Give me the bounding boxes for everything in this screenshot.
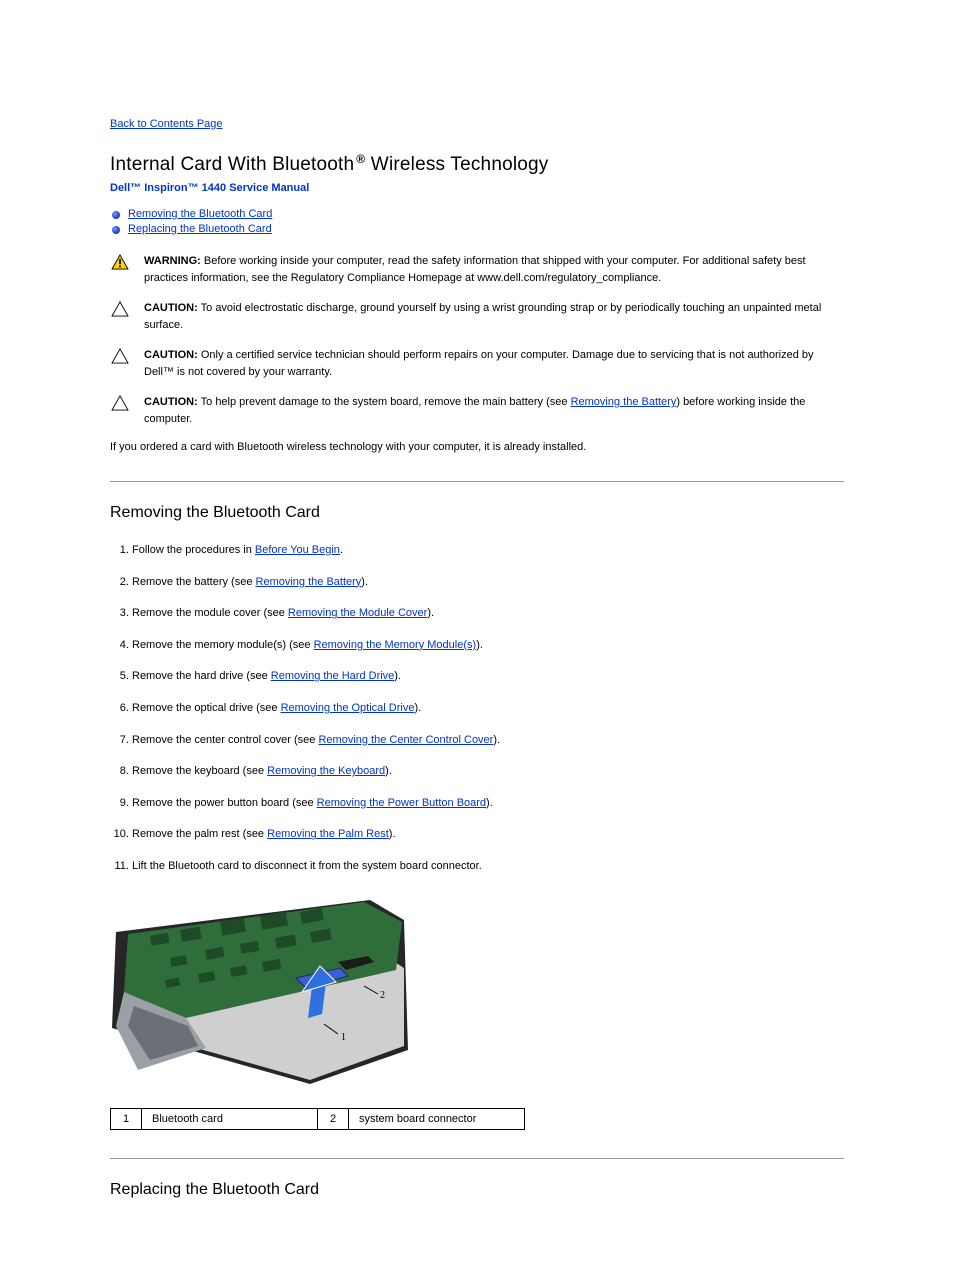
caution-text: CAUTION: To help prevent damage to the s…	[144, 394, 844, 427]
back-to-contents-link[interactable]: Back to Contents Page	[110, 118, 223, 130]
caution-text: CAUTION: To avoid electrostatic discharg…	[144, 300, 844, 333]
section-heading-remove: Removing the Bluetooth Card	[110, 504, 844, 522]
step-item: Remove the center control cover (see Rem…	[132, 732, 844, 750]
section-divider	[110, 481, 844, 482]
step-item: Remove the palm rest (see Removing the P…	[132, 826, 844, 844]
svg-text:1: 1	[341, 1032, 346, 1043]
legend-number: 2	[318, 1108, 349, 1129]
section-divider	[110, 1158, 844, 1159]
title-suffix: Wireless Technology	[365, 154, 548, 175]
step-link[interactable]: Removing the Hard Drive	[271, 670, 395, 682]
caution-block: CAUTION: To help prevent damage to the s…	[110, 394, 844, 427]
toc-item: Removing the Bluetooth Card	[110, 208, 844, 220]
caution-link[interactable]: Removing the Battery	[571, 396, 677, 408]
step-link[interactable]: Before You Begin	[255, 544, 340, 556]
caution-triangle-icon	[110, 300, 130, 317]
step-item: Remove the memory module(s) (see Removin…	[132, 637, 844, 655]
removal-steps: Follow the procedures in Before You Begi…	[110, 542, 844, 876]
warning-block: WARNING: Before working inside your comp…	[110, 253, 844, 286]
caution-block: CAUTION: Only a certified service techni…	[110, 347, 844, 380]
warning-text: WARNING: Before working inside your comp…	[144, 253, 844, 286]
step-link[interactable]: Removing the Battery	[256, 576, 362, 588]
step-item: Remove the hard drive (see Removing the …	[132, 668, 844, 686]
warning-lead: WARNING:	[144, 255, 201, 267]
caution-lead: CAUTION:	[144, 349, 198, 361]
step-item: Remove the optical drive (see Removing t…	[132, 700, 844, 718]
legend-number: 1	[111, 1108, 142, 1129]
caution-body: Only a certified service technician shou…	[144, 349, 813, 378]
step-item: Remove the module cover (see Removing th…	[132, 605, 844, 623]
step-item: Remove the power button board (see Remov…	[132, 795, 844, 813]
step-link[interactable]: Removing the Module Cover	[288, 607, 427, 619]
legend-label: Bluetooth card	[142, 1108, 318, 1129]
figure-legend-table: 1 Bluetooth card 2 system board connecto…	[110, 1108, 525, 1130]
step-link[interactable]: Removing the Keyboard	[267, 765, 385, 777]
toc-item: Replacing the Bluetooth Card	[110, 223, 844, 235]
caution-pre: To help prevent damage to the system boa…	[198, 396, 571, 408]
section-heading-replace: Replacing the Bluetooth Card	[110, 1181, 844, 1199]
caution-text: CAUTION: Only a certified service techni…	[144, 347, 844, 380]
step-link[interactable]: Removing the Power Button Board	[317, 797, 486, 809]
toc-link-remove[interactable]: Removing the Bluetooth Card	[128, 208, 272, 220]
step-link[interactable]: Removing the Optical Drive	[281, 702, 415, 714]
title-prefix: Internal Card With Bluetooth	[110, 154, 354, 175]
caution-block: CAUTION: To avoid electrostatic discharg…	[110, 300, 844, 333]
warning-body: Before working inside your computer, rea…	[144, 255, 806, 284]
step-link[interactable]: Removing the Memory Module(s)	[314, 639, 477, 651]
legend-label: system board connector	[349, 1108, 525, 1129]
caution-triangle-icon	[110, 347, 130, 364]
manual-subtitle: Dell™ Inspiron™ 1440 Service Manual	[110, 182, 844, 194]
caution-triangle-icon	[110, 394, 130, 411]
toc-link-replace[interactable]: Replacing the Bluetooth Card	[128, 223, 272, 235]
step-item: Remove the keyboard (see Removing the Ke…	[132, 763, 844, 781]
step-item: Lift the Bluetooth card to disconnect it…	[132, 858, 844, 876]
table-of-contents: Removing the Bluetooth Card Replacing th…	[110, 208, 844, 235]
hardware-figure: 1 2	[110, 898, 844, 1086]
step-item: Follow the procedures in Before You Begi…	[132, 542, 844, 560]
step-link[interactable]: Removing the Center Control Cover	[318, 734, 493, 746]
intro-paragraph: If you ordered a card with Bluetooth wir…	[110, 441, 844, 453]
caution-lead: CAUTION:	[144, 396, 198, 408]
caution-body: To avoid electrostatic discharge, ground…	[144, 302, 821, 331]
page-title: Internal Card With Bluetooth® Wireless T…	[110, 154, 844, 176]
step-item: Remove the battery (see Removing the Bat…	[132, 574, 844, 592]
step-link[interactable]: Removing the Palm Rest	[267, 828, 389, 840]
svg-text:2: 2	[380, 990, 385, 1001]
caution-lead: CAUTION:	[144, 302, 198, 314]
warning-triangle-icon	[110, 253, 130, 270]
